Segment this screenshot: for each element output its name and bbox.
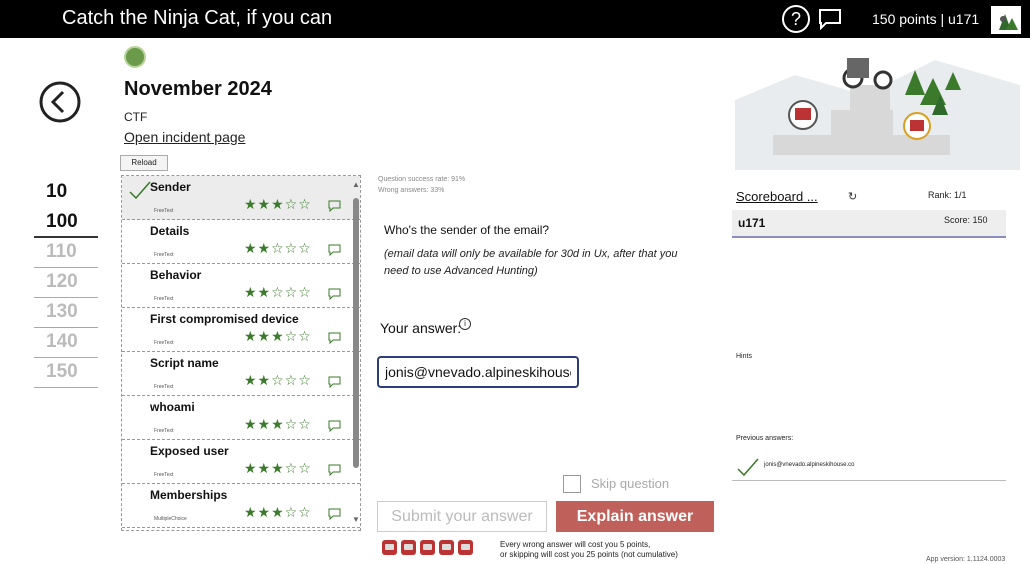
- hints-label: Hints: [736, 353, 752, 360]
- avatar-icon[interactable]: [991, 6, 1021, 34]
- previous-answer-row: jonis@vnevado.alpineskihouse.co: [732, 455, 1006, 481]
- rank-label: Rank: 1/1: [928, 190, 967, 200]
- scoreboard-user: u171: [738, 216, 766, 230]
- ninja-cat-life-icon: [401, 540, 416, 555]
- scroll-up-icon[interactable]: ▲: [352, 180, 360, 189]
- question-name: First compromised device: [150, 312, 299, 326]
- lives-indicator: [382, 540, 477, 560]
- question-name: Details: [150, 224, 190, 238]
- question-text: Who's the sender of the email?: [384, 223, 550, 237]
- scroll-down-icon[interactable]: ▼: [352, 515, 360, 524]
- comment-icon[interactable]: [328, 508, 341, 520]
- comment-icon[interactable]: [328, 332, 341, 344]
- difficulty-stars: ★★☆☆☆: [244, 240, 312, 256]
- answer-input[interactable]: [377, 356, 579, 388]
- difficulty-stars: ★★☆☆☆: [244, 372, 312, 388]
- level-item[interactable]: 10: [34, 178, 98, 208]
- question-name: Script name: [150, 356, 219, 370]
- info-icon[interactable]: i: [459, 318, 471, 330]
- penalty-line: Every wrong answer will cost you 5 point…: [500, 540, 651, 549]
- wrong-answers-rate: Wrong answers: 33%: [378, 187, 445, 194]
- question-type: FreeText: [154, 252, 174, 258]
- question-note: (email data will only be available for 3…: [384, 248, 678, 277]
- check-icon: [737, 458, 759, 477]
- difficulty-stars: ★★★☆☆: [244, 504, 312, 520]
- ninja-cat-illustration: [735, 58, 1020, 170]
- question-item[interactable]: First compromised device FreeText ★★★☆☆: [122, 308, 360, 352]
- question-type: FreeText: [154, 296, 174, 302]
- penalty-line: or skipping will cost you 25 points (not…: [500, 550, 678, 559]
- points-user-label: 150 points | u171: [872, 11, 980, 27]
- ninja-cat-life-icon: [458, 540, 473, 555]
- level-item[interactable]: 140: [34, 328, 98, 358]
- question-item[interactable]: Memberships MultipleChoice ★★★☆☆: [122, 484, 360, 528]
- question-item[interactable]: whoami FreeText ★★★☆☆: [122, 396, 360, 440]
- level-item[interactable]: 110: [34, 238, 98, 268]
- app-title: Catch the Ninja Cat, if you can: [62, 7, 333, 29]
- question-name: Exposed user: [150, 444, 229, 458]
- level-item[interactable]: 120: [34, 268, 98, 298]
- question-type: FreeText: [154, 384, 174, 390]
- level-item[interactable]: 130: [34, 298, 98, 328]
- question-type: FreeText: [154, 472, 174, 478]
- comment-icon[interactable]: [328, 376, 341, 388]
- chat-icon[interactable]: [818, 8, 842, 30]
- refresh-icon[interactable]: ↻: [848, 190, 857, 203]
- question-list: Sender FreeText ★★★☆☆ Details FreeText ★…: [121, 175, 361, 531]
- app-version: App version: 1.1124.0003: [926, 556, 1006, 563]
- question-list-scrollbar[interactable]: ▲ ▼: [351, 178, 361, 528]
- open-incident-link[interactable]: Open incident page: [124, 129, 245, 145]
- check-icon: [129, 181, 151, 200]
- difficulty-stars: ★★★☆☆: [244, 460, 312, 476]
- previous-answer-text: jonis@vnevado.alpineskihouse.co: [764, 462, 855, 468]
- question-name: Sender: [150, 180, 191, 194]
- question-type: FreeText: [154, 208, 174, 214]
- question-type: FreeText: [154, 340, 174, 346]
- comment-icon[interactable]: [328, 244, 341, 256]
- incident-month: November 2024: [124, 78, 272, 100]
- question-type: MultipleChoice: [154, 516, 187, 522]
- your-answer-label: Your answer:: [380, 320, 462, 336]
- back-button[interactable]: [38, 80, 82, 124]
- comment-icon[interactable]: [328, 420, 341, 432]
- ninja-cat-life-icon: [420, 540, 435, 555]
- skip-checkbox[interactable]: [563, 475, 581, 493]
- help-icon[interactable]: ?: [782, 5, 810, 33]
- success-rate: Question success rate: 91%: [378, 176, 466, 183]
- difficulty-stars: ★★☆☆☆: [244, 284, 312, 300]
- submit-answer-button[interactable]: Submit your answer: [377, 501, 547, 532]
- scrollbar-thumb[interactable]: [353, 198, 359, 468]
- top-bar: Catch the Ninja Cat, if you can ? 150 po…: [0, 0, 1030, 38]
- scoreboard-score: Score: 150: [944, 215, 988, 225]
- explain-answer-button[interactable]: Explain answer: [556, 501, 714, 532]
- question-name: Behavior: [150, 268, 202, 282]
- difficulty-stars: ★★★☆☆: [244, 196, 312, 212]
- level-item[interactable]: 100: [34, 208, 98, 238]
- level-item[interactable]: 150: [34, 358, 98, 388]
- question-type: FreeText: [154, 428, 174, 434]
- question-item[interactable]: Behavior FreeText ★★☆☆☆: [122, 264, 360, 308]
- reload-button[interactable]: Reload: [120, 155, 168, 171]
- question-item[interactable]: Script name FreeText ★★☆☆☆: [122, 352, 360, 396]
- question-item[interactable]: Exposed user FreeText ★★★☆☆: [122, 440, 360, 484]
- scoreboard-row: u171 Score: 150: [732, 210, 1006, 238]
- scoreboard-link[interactable]: Scoreboard ...: [736, 189, 818, 204]
- difficulty-stars: ★★★☆☆: [244, 328, 312, 344]
- comment-icon[interactable]: [328, 464, 341, 476]
- comment-icon[interactable]: [328, 200, 341, 212]
- comment-icon[interactable]: [328, 288, 341, 300]
- incident-logo-icon: [124, 46, 146, 68]
- level-nav: 10 100 110 120 130 140 150: [34, 178, 98, 388]
- previous-answers-label: Previous answers:: [736, 435, 794, 442]
- skip-label: Skip question: [591, 476, 670, 491]
- ninja-cat-life-icon: [382, 540, 397, 555]
- difficulty-stars: ★★★☆☆: [244, 416, 312, 432]
- question-item[interactable]: Details FreeText ★★☆☆☆: [122, 220, 360, 264]
- incident-category: CTF: [124, 110, 148, 124]
- question-item[interactable]: Sender FreeText ★★★☆☆: [122, 176, 360, 220]
- question-name: whoami: [150, 400, 195, 414]
- ninja-cat-life-icon: [439, 540, 454, 555]
- penalty-note: Every wrong answer will cost you 5 point…: [500, 540, 678, 560]
- question-name: Memberships: [150, 488, 228, 502]
